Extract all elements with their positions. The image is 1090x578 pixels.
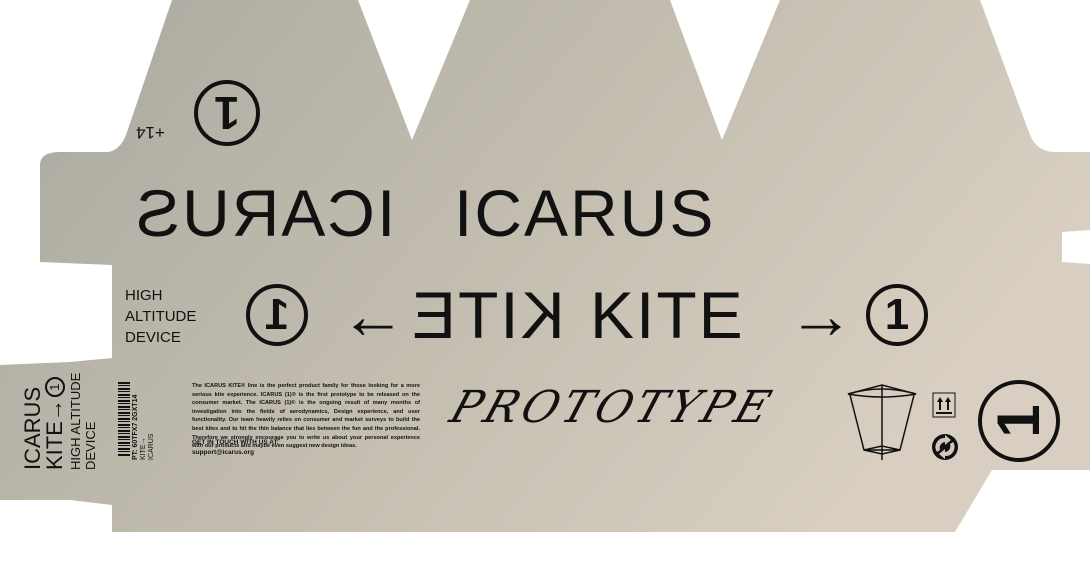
contact-heading: GET IN TOUCH WITH US AT: xyxy=(192,439,279,446)
age-label: +14 xyxy=(136,123,165,142)
packaging-dieline: +14 1 ICARUS ICARUS HIGH ALTITUDE DEVICE… xyxy=(0,0,1090,578)
arrow-right-icon: → xyxy=(788,278,856,352)
kite-word: KITE xyxy=(590,278,745,352)
badge-1-right: 1 xyxy=(866,284,928,346)
kite-mirrored: KITE xyxy=(410,278,565,352)
tagline: HIGH ALTITUDE DEVICE xyxy=(125,285,196,348)
product-code: PT: 60TFX7 2GXT14 xyxy=(132,394,139,460)
barcode-panel: PT: 60TFX7 2GXT14 KITE→ ICARUS xyxy=(132,395,156,460)
this-way-up-icon xyxy=(932,392,956,418)
side-badge: 1 xyxy=(45,377,65,398)
side-line: DEVICE xyxy=(83,421,98,470)
tagline-line: ALTITUDE xyxy=(125,308,197,325)
barcode-brand: ICARUS xyxy=(148,433,155,460)
tagline-line: HIGH xyxy=(125,287,163,304)
contact-email[interactable]: support@icarus.org xyxy=(192,449,254,457)
badge-1-end: 1 xyxy=(978,380,1060,462)
side-product: KITE→ xyxy=(42,399,67,470)
barcode-product: KITE→ xyxy=(140,437,147,460)
tagline-line: DEVICE xyxy=(125,329,181,346)
badge-1-left: 1 xyxy=(246,284,308,346)
barcode xyxy=(118,382,130,457)
badge-1-top: 1 xyxy=(194,80,260,146)
side-brand: ICARUS xyxy=(20,386,45,470)
side-line: HIGH ALTITUDE xyxy=(68,372,83,470)
arrow-left-icon: ← xyxy=(340,278,408,352)
headline: ICARUS xyxy=(454,176,716,250)
headline-mirrored: ICARUS xyxy=(134,176,396,250)
side-panel: ICARUS KITE→ 1 HIGH ALTITUDE DEVICE xyxy=(20,372,98,470)
green-dot-recycle-icon xyxy=(932,434,958,460)
prototype-script: PROTOTYPE xyxy=(443,382,781,433)
kite-icon xyxy=(847,384,917,460)
